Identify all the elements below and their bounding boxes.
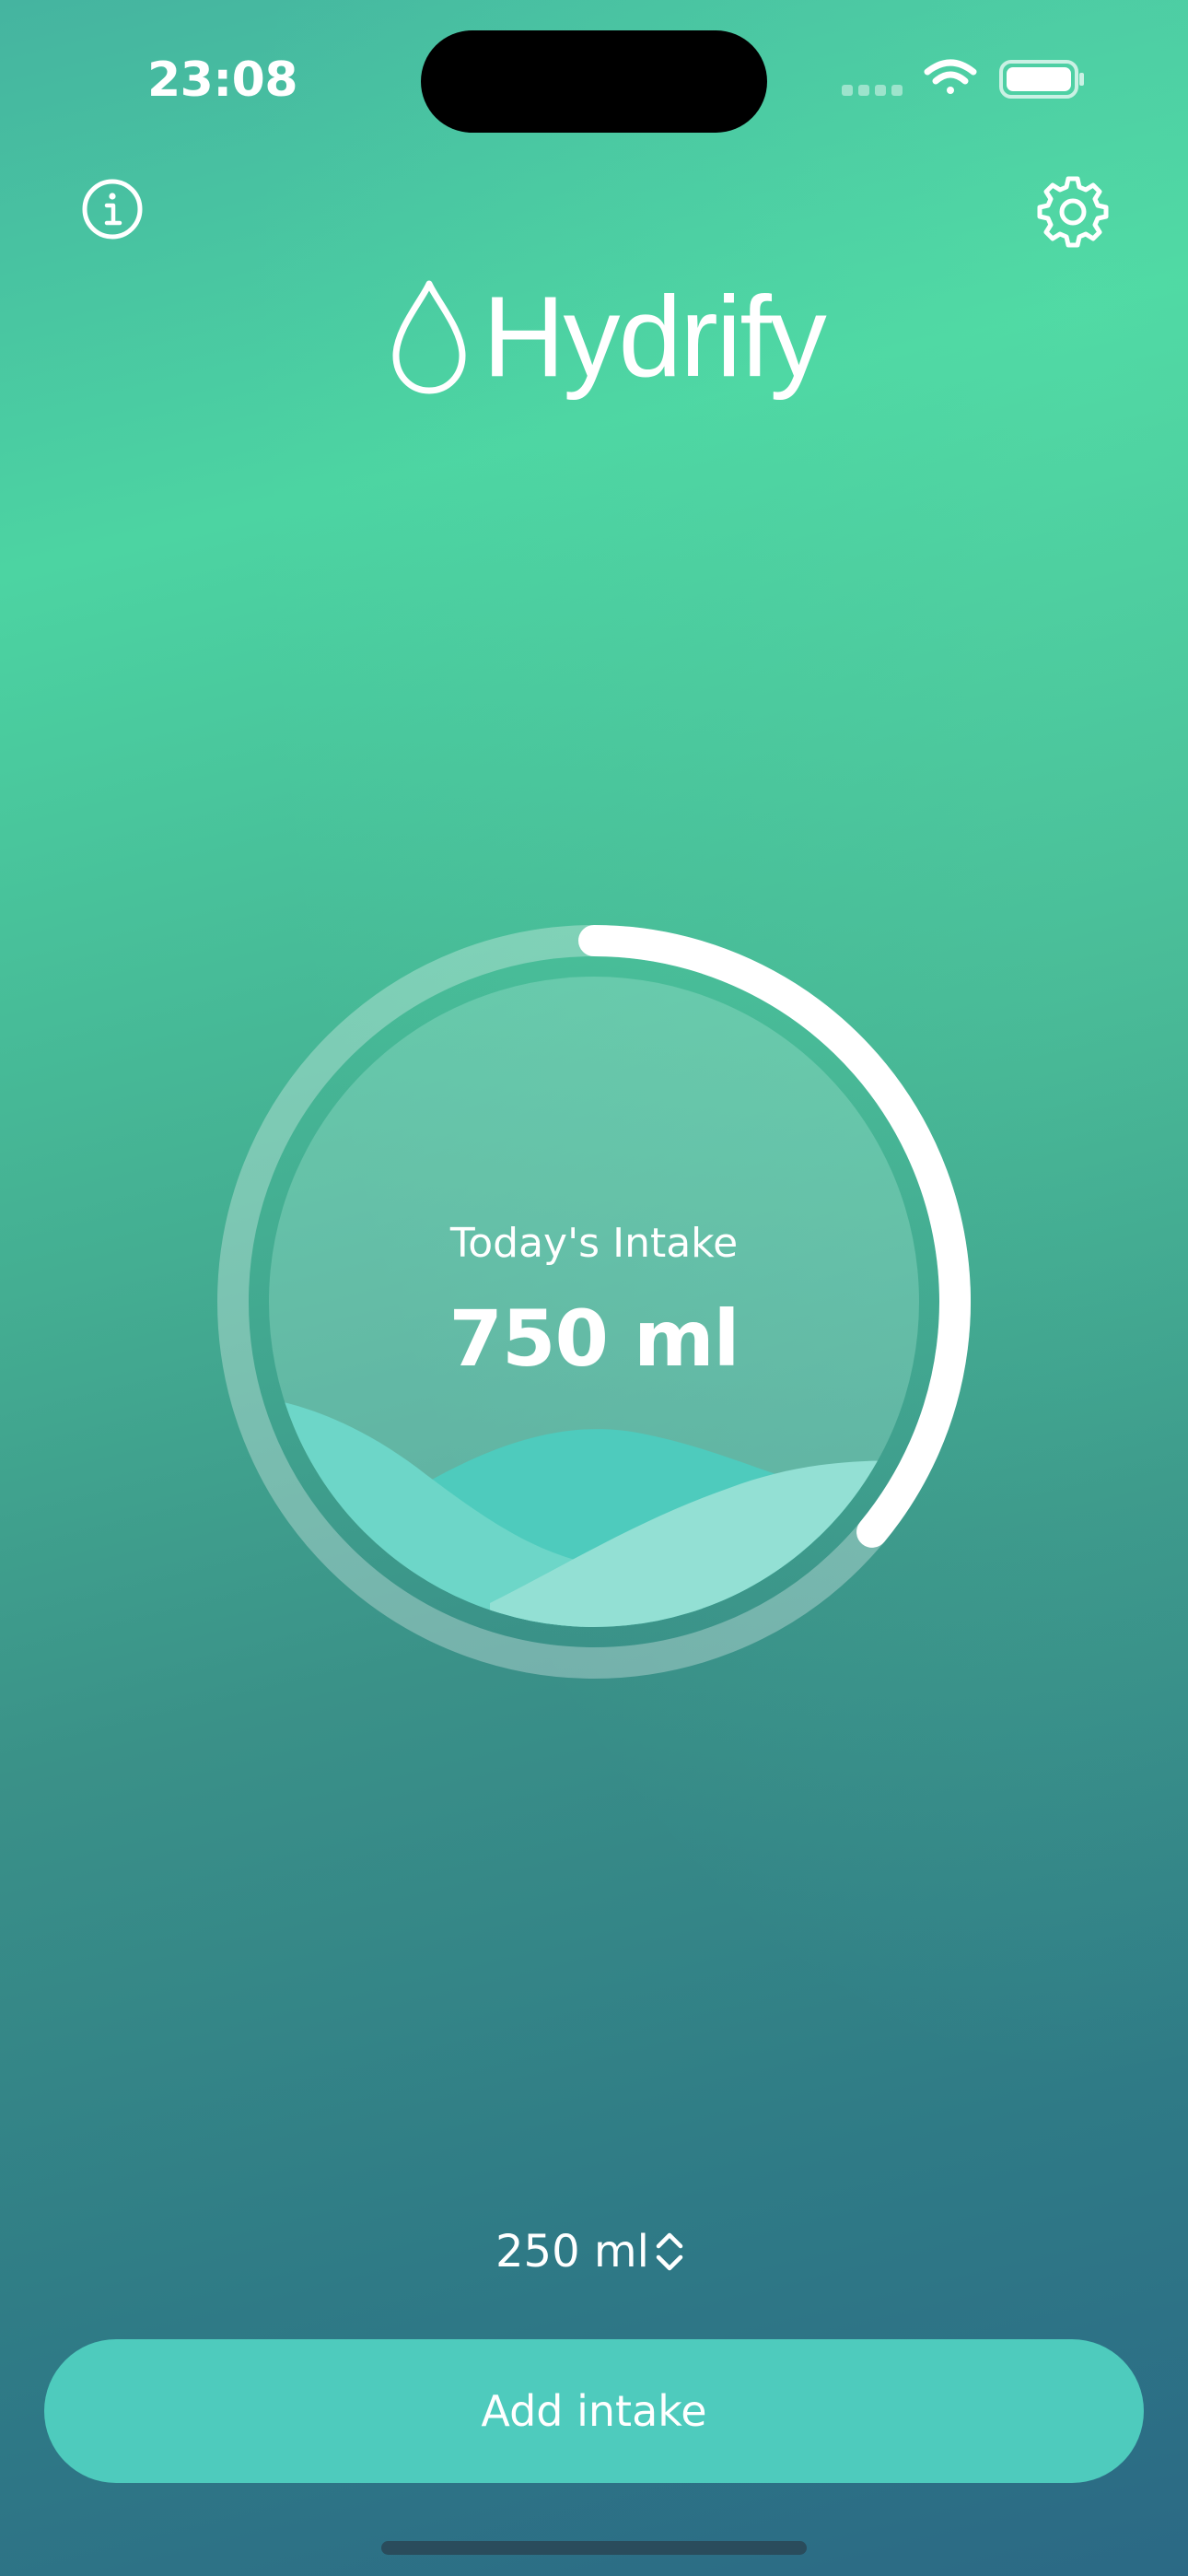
home-indicator <box>381 2541 807 2555</box>
app-screen: 23:08 Hydrify Today's Intake 750 ml 250 … <box>0 0 1188 2576</box>
status-bar-icons <box>840 57 1089 103</box>
water-drop-icon <box>392 280 466 394</box>
status-bar-time: 23:08 <box>147 53 298 108</box>
info-circle-icon <box>82 179 143 240</box>
dynamic-island <box>421 30 767 133</box>
add-intake-button[interactable]: Add intake <box>44 2339 1144 2483</box>
amount-value: 250 ml <box>495 2226 649 2277</box>
wifi-icon <box>924 59 977 94</box>
settings-button[interactable] <box>1031 168 1114 251</box>
amount-selector[interactable]: 250 ml <box>460 2215 728 2289</box>
intake-progress-ring: Today's Intake 750 ml <box>214 921 974 1682</box>
app-logo: Hydrify <box>387 273 829 402</box>
app-title: Hydrify <box>483 274 827 401</box>
intake-value: 750 ml <box>448 1294 740 1384</box>
battery-icon <box>999 60 1084 99</box>
chevron-up-down-icon <box>656 2232 683 2271</box>
info-button[interactable] <box>71 168 154 251</box>
intake-label: Today's Intake <box>449 1220 739 1267</box>
cellular-signal-icon <box>842 85 903 96</box>
gear-icon <box>1037 176 1109 248</box>
